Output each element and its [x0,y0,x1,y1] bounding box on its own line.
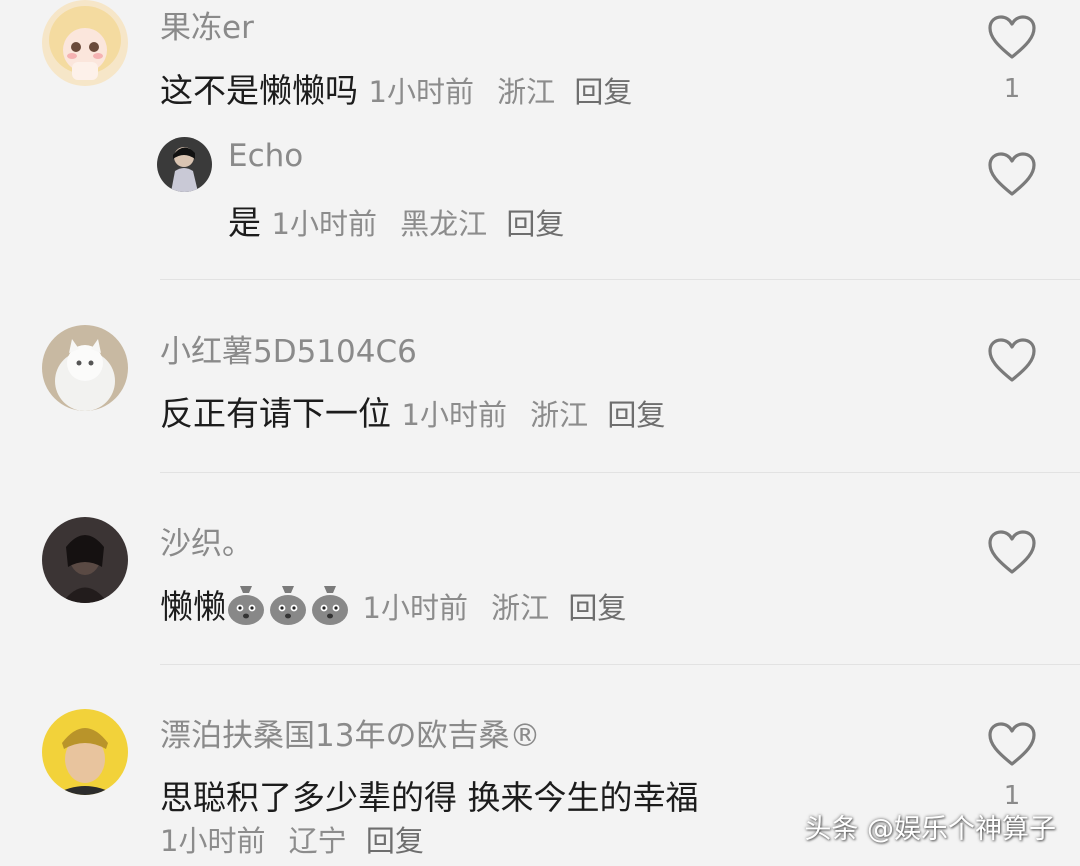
comment-username[interactable]: 漂泊扶桑国13年の欧吉桑® [160,710,540,755]
heart-icon[interactable] [987,151,1037,197]
comment-location: 辽宁 [288,824,347,858]
comment-text: 思聪积了多少辈的得 换来今生的幸福 [160,778,699,817]
money-bag-face-emoji [312,586,348,625]
heart-icon[interactable] [987,721,1037,767]
comment-location: 浙江 [497,75,556,109]
comment-text: 反正有请下一位 [160,394,391,433]
comment-location: 浙江 [491,591,550,625]
reply-button[interactable]: 回复 [366,824,424,858]
comment-body: 这不是懒懒吗 1小时前 浙江 回复 [160,64,632,112]
heart-icon[interactable] [987,14,1037,60]
comment-body: 是 1小时前 黑龙江 回复 [228,196,564,244]
money-bag-face-emoji [228,586,264,625]
person-photo-avatar[interactable] [157,137,212,192]
reply-button[interactable]: 回复 [607,398,665,432]
comment-body: 懒懒 1小时前 浙江 回复 [160,580,626,628]
comment-username[interactable]: 小红薯5D5104C6 [160,326,417,371]
comment-username[interactable]: Echo [228,138,303,174]
comment-location: 浙江 [530,398,589,432]
heart-icon[interactable] [987,337,1037,383]
heart-icon[interactable] [987,529,1037,575]
comment-location: 黑龙江 [400,207,488,241]
white-cat-avatar[interactable] [42,325,128,411]
comment-time: 1小时前 [362,591,468,625]
emoji-group [226,586,352,626]
man-yellow-bg-avatar[interactable] [42,709,128,795]
watermark: 头条 @娱乐个神算子 [804,814,1056,845]
comment-text: 是 [228,203,261,242]
money-bag-face-emoji [270,586,306,625]
comment-time: 1小时前 [401,398,507,432]
comment-body: 反正有请下一位 1小时前 浙江 回复 [160,387,665,435]
comment-time: 1小时前 [368,75,474,109]
comment-time: 1小时前 [271,207,377,241]
reply-button[interactable]: 回复 [568,591,626,625]
comment-text: 懒懒 [160,587,226,626]
comment-text: 这不是懒懒吗 [160,71,358,110]
dark-portrait-avatar[interactable] [42,517,128,603]
reply-button[interactable]: 回复 [574,75,632,109]
anime-girl-avatar[interactable] [42,0,128,86]
divider [160,279,1080,280]
comment-time: 1小时前 [160,824,266,858]
divider [160,472,1080,473]
comment-username[interactable]: 果冻er [160,2,254,47]
comment-meta: 1小时前 辽宁 回复 [160,818,424,860]
reply-button[interactable]: 回复 [506,207,564,241]
divider [160,664,1080,665]
comment-username[interactable]: 沙织。 [160,518,253,563]
like-count: 1 [1003,74,1021,104]
